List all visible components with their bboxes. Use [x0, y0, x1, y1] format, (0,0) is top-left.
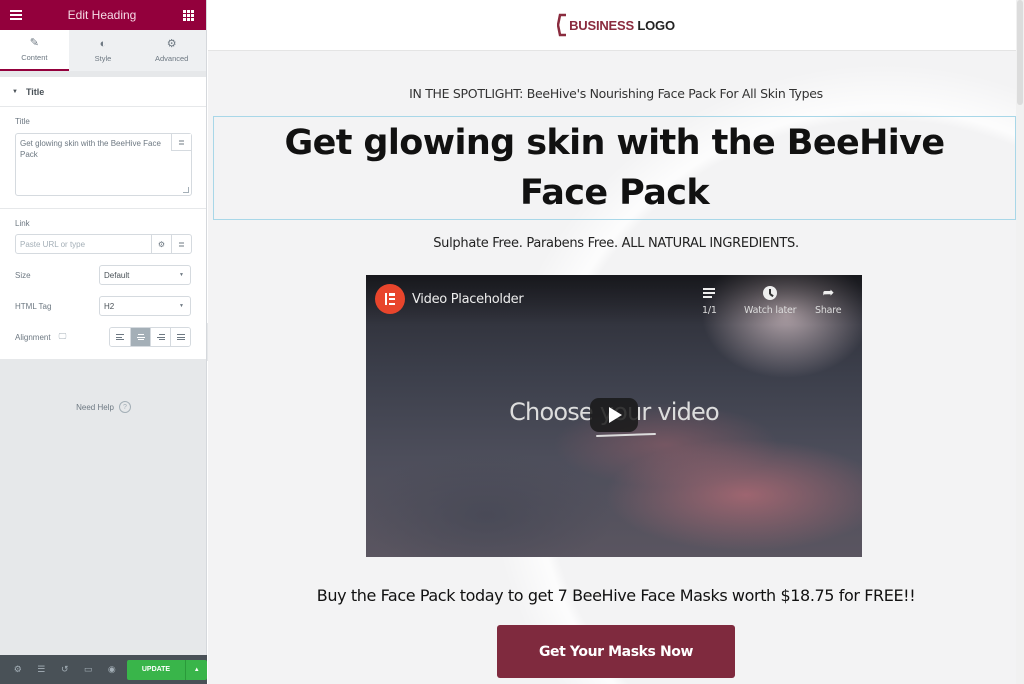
alignment-choices	[109, 327, 191, 347]
share-button[interactable]: ➦ Share	[815, 285, 842, 316]
link-input-row: ⚙ ≣	[15, 234, 192, 254]
align-left-icon	[116, 334, 124, 340]
pencil-icon: ✎	[29, 36, 39, 49]
playlist-queue-icon	[703, 285, 716, 301]
panel-footer: ⚙ ☰ ↺ ▭ ◉ UPDATE ▲	[0, 655, 207, 684]
panel-title: Edit Heading	[67, 8, 137, 22]
desktop-monitor-icon[interactable]: 🖵	[59, 332, 67, 342]
tab-advanced[interactable]: ⚙ Advanced	[137, 30, 207, 71]
html-tag-label: HTML Tag	[15, 301, 52, 311]
update-options-caret-icon[interactable]: ▲	[185, 659, 207, 680]
align-right-button[interactable]	[150, 328, 170, 346]
clock-icon	[763, 286, 778, 300]
link-options-gear-icon[interactable]: ⚙	[151, 235, 171, 253]
size-control: Size Default ▼	[15, 265, 191, 285]
responsive-monitor-icon[interactable]: ▭	[77, 655, 101, 684]
align-justify-button[interactable]	[170, 328, 190, 346]
section-title-toggle[interactable]: ▼ Title	[0, 77, 206, 107]
elementor-editor: Edit Heading ✎ Content ◐ Style ⚙ Advance…	[0, 0, 1024, 684]
question-circle-icon: ?	[118, 401, 131, 413]
caret-down-icon: ▼	[12, 88, 18, 95]
video-player[interactable]: Video Placeholder 1/1 Watch later ➦ Shar…	[366, 275, 862, 557]
tab-advanced-label: Advanced	[155, 53, 189, 63]
spotlight-text: IN THE SPOTLIGHT: BeeHive's Nourishing F…	[409, 86, 823, 101]
panel-tabs: ✎ Content ◐ Style ⚙ Advanced	[0, 30, 207, 71]
update-button[interactable]: UPDATE	[126, 659, 186, 680]
need-help-link[interactable]: Need Help ?	[0, 401, 207, 413]
chevron-down-icon: ▼	[179, 303, 184, 309]
link-url-input[interactable]	[16, 235, 151, 253]
preview-eye-icon[interactable]: ◉	[100, 655, 124, 684]
share-label: Share	[815, 305, 842, 316]
dynamic-tags-icon[interactable]: ≣	[171, 134, 191, 151]
align-center-button[interactable]	[130, 328, 150, 346]
history-icon[interactable]: ↺	[53, 655, 77, 684]
navigator-layers-icon[interactable]: ☰	[30, 655, 54, 684]
play-icon	[609, 407, 622, 423]
alignment-control: Alignment 🖵	[15, 327, 191, 347]
video-title[interactable]: Video Placeholder	[412, 292, 524, 307]
business-logo[interactable]: BUSINESS LOGO	[557, 13, 675, 37]
logo-text-logo: LOGO	[633, 17, 675, 33]
align-right-icon	[156, 334, 165, 340]
hamburger-icon[interactable]	[8, 7, 24, 23]
play-button[interactable]	[590, 398, 638, 432]
title-control: Title Get glowing skin with the BeeHive …	[0, 107, 206, 209]
site-header: BUSINESS LOGO	[208, 0, 1024, 51]
text-underline	[595, 432, 657, 438]
half-circle-icon: ◐	[99, 37, 107, 50]
html-tag-select-value: H2	[104, 301, 115, 311]
watch-later-button[interactable]: Watch later	[744, 285, 797, 316]
align-left-button[interactable]	[110, 328, 130, 346]
align-justify-icon	[176, 334, 185, 340]
chevron-down-icon: ▼	[179, 272, 184, 278]
gear-icon: ⚙	[166, 37, 177, 50]
link-control: Link ⚙ ≣ Size Default ▼ HTML Tag	[0, 209, 206, 347]
preview-scrollbar[interactable]	[1016, 0, 1024, 684]
html-tag-select[interactable]: H2 ▼	[99, 296, 191, 316]
tab-content[interactable]: ✎ Content	[0, 30, 69, 71]
watch-later-label: Watch later	[744, 305, 797, 316]
widgets-grid-icon[interactable]	[180, 7, 196, 23]
dynamic-tags-icon[interactable]: ≣	[171, 235, 191, 253]
logo-hexagon-icon	[557, 13, 567, 37]
controls-panel: ▼ Title Title Get glowing skin with the …	[0, 77, 206, 359]
editor-panel: Edit Heading ✎ Content ◐ Style ⚙ Advance…	[0, 0, 207, 684]
page-preview: BUSINESS LOGO IN THE SPOTLIGHT: BeeHive'…	[208, 0, 1024, 684]
title-control-label: Title	[15, 117, 30, 126]
link-control-label: Link	[15, 219, 30, 228]
queue-button[interactable]: 1/1	[702, 285, 717, 316]
heading-widget-selected[interactable]: Get glowing skin with the BeeHive Face P…	[213, 116, 1016, 220]
tab-content-label: Content	[21, 52, 48, 62]
tab-style[interactable]: ◐ Style	[68, 30, 138, 71]
page-heading[interactable]: Get glowing skin with the BeeHive Face P…	[245, 118, 985, 218]
tab-style-label: Style	[94, 53, 112, 63]
section-title-label: Title	[25, 86, 45, 97]
offer-text: Buy the Face Pack today to get 7 BeeHive…	[316, 586, 916, 605]
settings-icon[interactable]: ⚙	[6, 655, 30, 684]
logo-text-business: BUSINESS	[569, 17, 634, 33]
size-select[interactable]: Default ▼	[99, 265, 191, 285]
resize-handle[interactable]	[183, 187, 189, 193]
panel-header: Edit Heading	[0, 0, 206, 30]
queue-count: 1/1	[702, 305, 717, 316]
get-masks-button[interactable]: Get Your Masks Now	[497, 625, 735, 678]
align-center-icon	[136, 334, 145, 340]
elementor-channel-logo[interactable]	[375, 284, 405, 314]
html-tag-control: HTML Tag H2 ▼	[15, 296, 191, 316]
share-arrow-icon: ➦	[822, 285, 834, 301]
features-subline: Sulphate Free. Parabens Free. ALL NATURA…	[433, 236, 799, 251]
size-select-value: Default	[104, 270, 130, 280]
title-textarea[interactable]: Get glowing skin with the BeeHive Face P…	[16, 134, 191, 195]
alignment-label: Alignment	[15, 332, 51, 342]
page-content: IN THE SPOTLIGHT: BeeHive's Nourishing F…	[208, 86, 1024, 678]
scrollbar-thumb[interactable]	[1017, 0, 1023, 105]
size-label: Size	[15, 270, 31, 280]
need-help-label: Need Help	[76, 402, 114, 412]
title-textarea-wrap: Get glowing skin with the BeeHive Face P…	[15, 133, 192, 196]
